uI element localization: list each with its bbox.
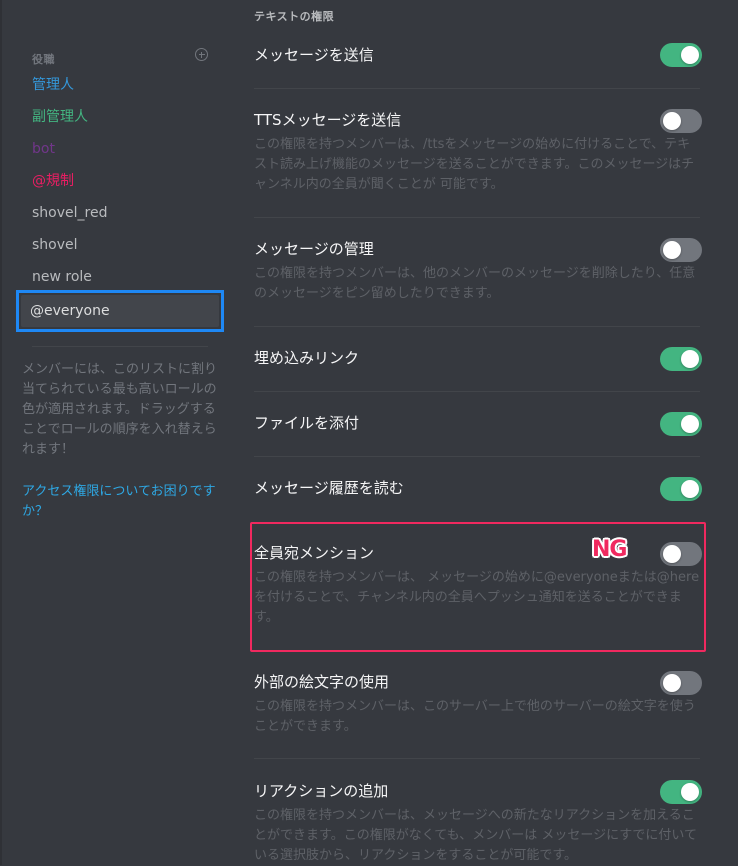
permission-row: メッセージの管理 この権限を持つメンバーは、他のメンバーのメッセージを削除したり… [254,238,702,304]
plus-circle-icon[interactable] [195,48,208,61]
sidebar-divider [32,346,208,347]
annotation-ng-label: NG [592,537,627,562]
role-item[interactable]: 管理人 [32,75,74,95]
toggle-knob [681,783,699,801]
permission-row: TTSメッセージを送信 この権限を持つメンバーは、/ttsをメッセージの始めに付… [254,109,702,195]
permission-toggle[interactable] [660,109,702,133]
selected-role-label: @everyone [21,295,219,327]
permission-toggle[interactable] [660,412,702,436]
divider [254,217,700,218]
permission-title: リアクションの追加 [254,782,389,800]
divider [254,391,700,392]
permission-title: メッセージ履歴を読む [254,479,404,497]
permission-title: TTSメッセージを送信 [254,111,402,129]
annotation-highlight-box [250,522,706,652]
toggle-knob [681,480,699,498]
divider [254,456,700,457]
permission-title: 埋め込みリンク [254,349,360,367]
permission-row: リアクションの追加 この権限を持つメンバーは、メッセージへの新たなリアクションを… [254,780,702,866]
roles-sidebar: 役職 管理人 副管理人 bot @規制 shovel_red shovel ne… [0,0,232,865]
divider [254,326,700,327]
permission-description: この権限を持つメンバーは、このサーバー上で他のサーバーの絵文字を使うことができま… [254,699,696,734]
toggle-knob [663,112,681,130]
toggle-knob [663,241,681,259]
role-item[interactable]: bot [32,139,55,159]
permission-row: メッセージ履歴を読む [254,477,702,501]
roles-header: 役職 [32,48,208,66]
roles-help-text: メンバーには、このリストに割り当てられている最も高いロールの色が適用されます。ド… [22,362,218,457]
toggle-knob [681,415,699,433]
permission-title: ファイルを添付 [254,414,360,432]
permission-title: メッセージを送信 [254,46,374,64]
permission-title: メッセージの管理 [254,240,374,258]
divider [254,758,700,759]
roles-header-label: 役職 [32,53,55,66]
permission-toggle[interactable] [660,477,702,501]
permissions-panel: テキストの権限 メッセージを送信 TTSメッセージを送信 この権限を持つメンバー… [254,0,702,865]
permission-description: この権限を持つメンバーは、他のメンバーのメッセージを削除したり、任意のメッセージ… [254,266,696,301]
toggle-knob [681,46,699,64]
role-item[interactable]: 副管理人 [32,107,88,127]
permission-toggle[interactable] [660,43,702,67]
permission-description: この権限を持つメンバーは、/ttsをメッセージの始めに付けることで、テキスト読み… [254,137,695,192]
permission-toggle[interactable] [660,671,702,695]
permission-toggle[interactable] [660,347,702,371]
toggle-knob [681,350,699,368]
permission-row: 外部の絵文字の使用 この権限を持つメンバーは、このサーバー上で他のサーバーの絵文… [254,671,702,737]
permission-title: 外部の絵文字の使用 [254,673,390,691]
role-item[interactable]: shovel [32,235,78,255]
role-item[interactable]: @規制 [32,171,74,191]
permissions-help-link[interactable]: アクセス権限についてお困りですか？ [22,482,222,522]
permission-row: メッセージを送信 [254,43,702,67]
section-title: テキストの権限 [254,10,335,23]
permission-toggle[interactable] [660,238,702,262]
role-item[interactable]: shovel_red [32,203,107,223]
permission-description: この権限を持つメンバーは、メッセージへの新たなリアクションを加えることができます… [254,808,698,863]
permission-row: ファイルを添付 [254,412,702,436]
divider [254,88,700,89]
role-item-selected[interactable]: @everyone [16,290,224,332]
role-item[interactable]: new role [32,267,92,287]
permission-row: 埋め込みリンク [254,347,702,371]
permission-toggle[interactable] [660,780,702,804]
toggle-knob [663,674,681,692]
